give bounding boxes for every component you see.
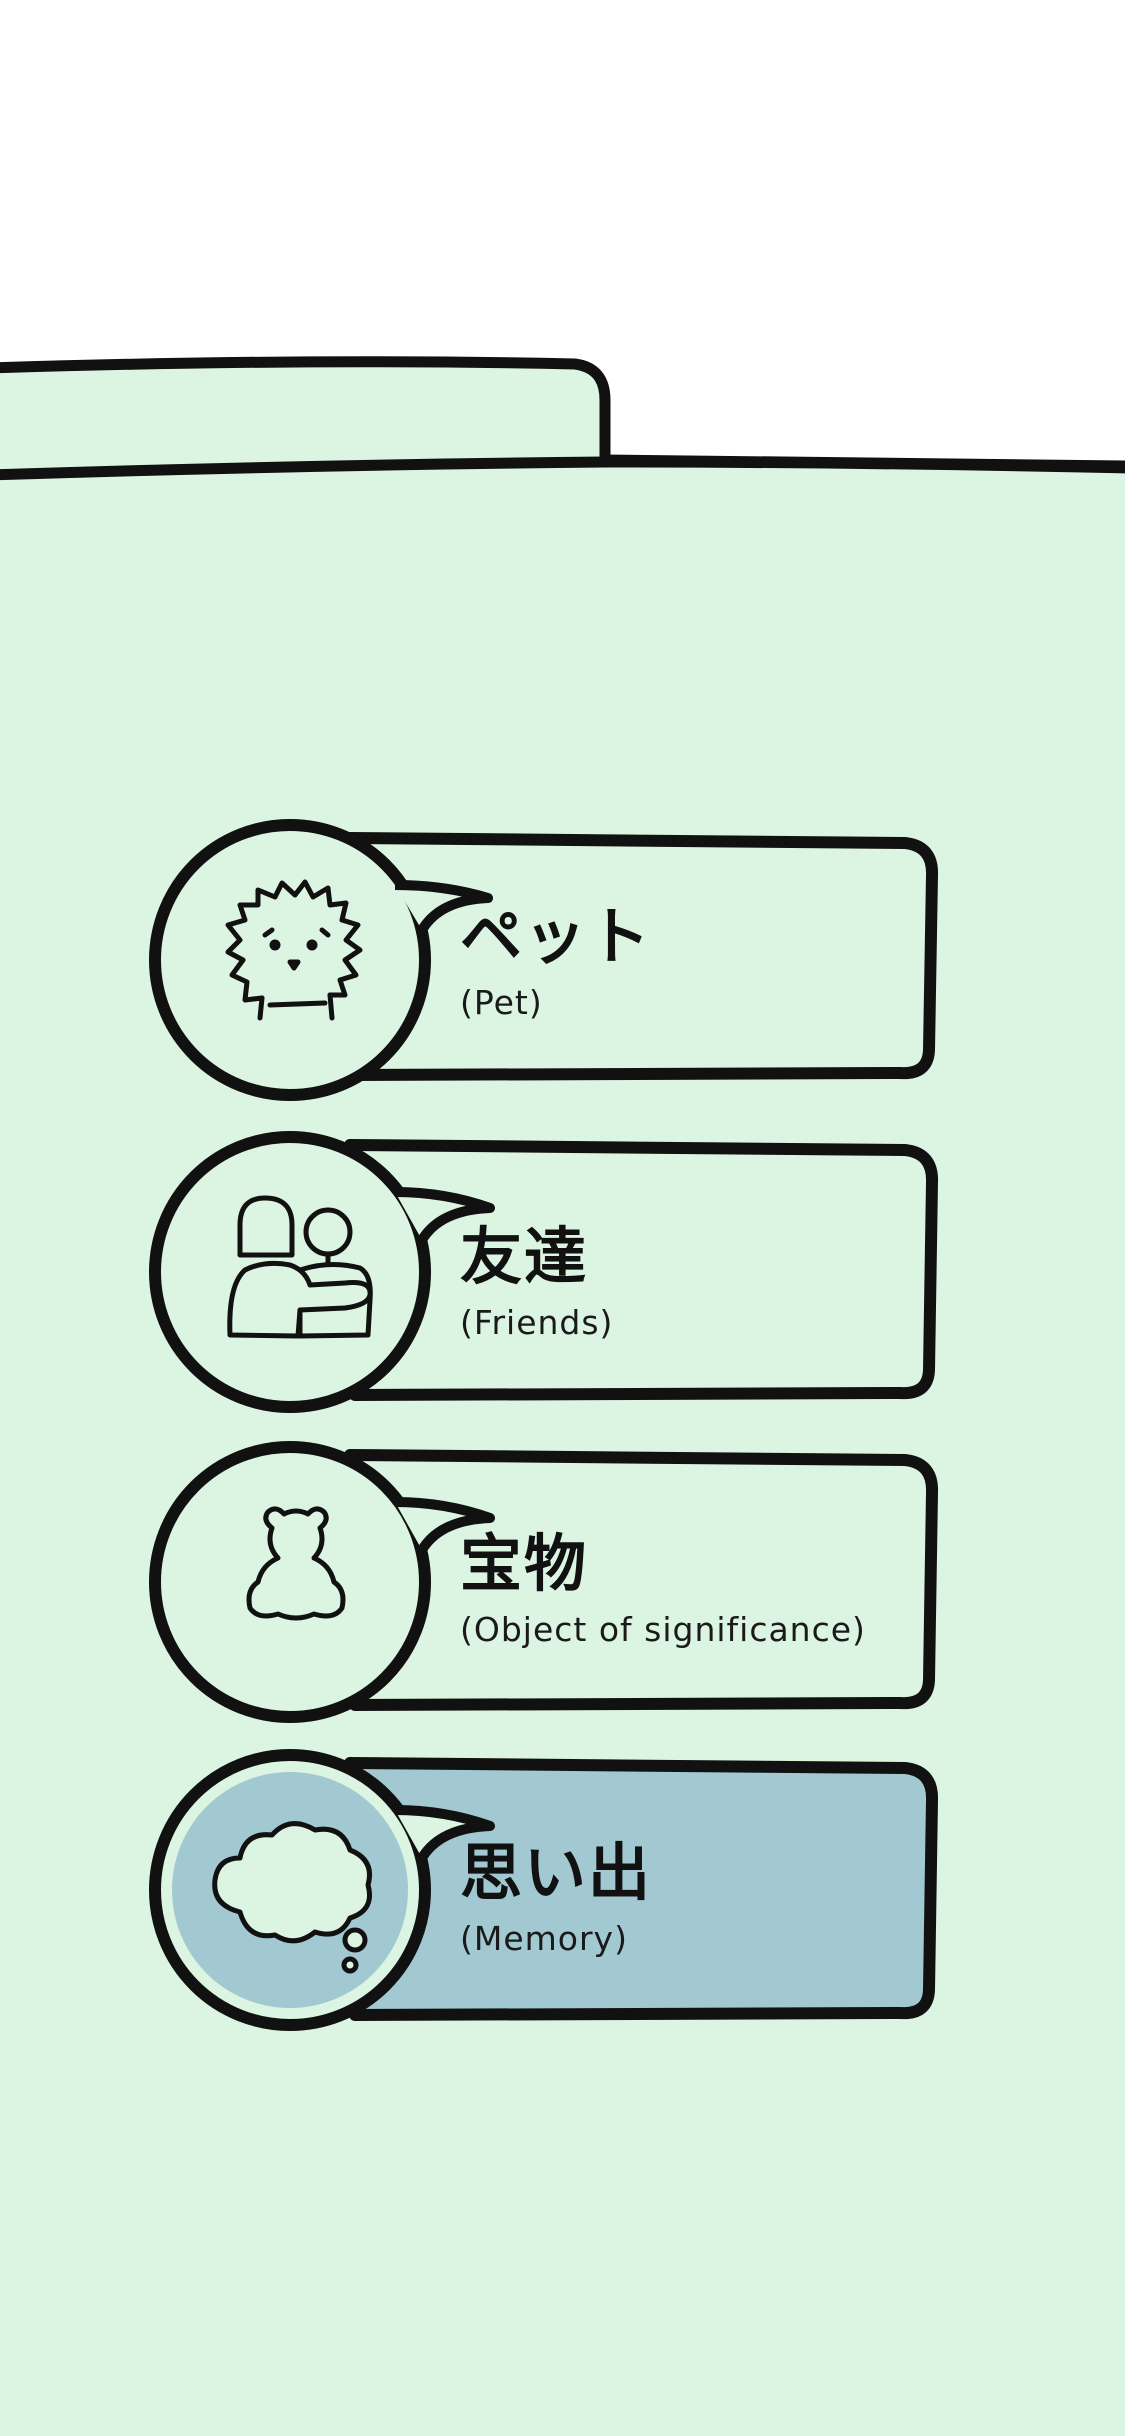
app-screen: ペット (Pet) 友達 (Friends) 宝物 (Object of sig… <box>0 0 1125 2436</box>
category-button-pet[interactable] <box>150 822 940 1102</box>
category-button-treasure[interactable] <box>150 1440 940 1730</box>
category-button-friends[interactable] <box>150 1130 940 1420</box>
category-button-memory[interactable] <box>150 1748 940 2038</box>
